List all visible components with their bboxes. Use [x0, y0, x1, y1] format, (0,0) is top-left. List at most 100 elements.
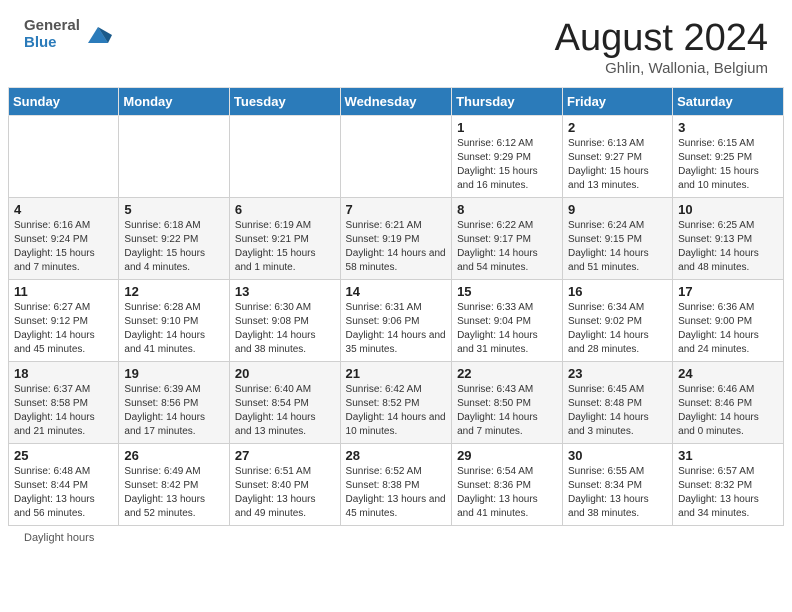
- calendar-day-cell: 30 Sunrise: 6:55 AM Sunset: 8:34 PM Dayli…: [563, 443, 673, 525]
- day-number: 19: [124, 366, 224, 381]
- calendar-table: SundayMondayTuesdayWednesdayThursdayFrid…: [8, 87, 784, 526]
- day-number: 15: [457, 284, 557, 299]
- day-number: 13: [235, 284, 335, 299]
- calendar-day-cell: [340, 115, 452, 197]
- day-number: 28: [346, 448, 447, 463]
- calendar-day-cell: 9 Sunrise: 6:24 AM Sunset: 9:15 PM Daylig…: [563, 197, 673, 279]
- calendar-day-cell: 18 Sunrise: 6:37 AM Sunset: 8:58 PM Dayli…: [9, 361, 119, 443]
- day-info: Sunrise: 6:13 AM Sunset: 9:27 PM Dayligh…: [568, 137, 667, 193]
- footer: Daylight hours: [0, 526, 792, 548]
- day-info: Sunrise: 6:39 AM Sunset: 8:56 PM Dayligh…: [124, 383, 224, 439]
- calendar-day-cell: 28 Sunrise: 6:52 AM Sunset: 8:38 PM Dayli…: [340, 443, 452, 525]
- title-area: August 2024 Ghlin, Wallonia, Belgium: [555, 18, 768, 77]
- calendar-day-cell: 15Sunrise: 6:33 AM Sunset: 9:04 PM Dayli…: [452, 279, 563, 361]
- day-info: Sunrise: 6:16 AM Sunset: 9:24 PM Dayligh…: [14, 219, 113, 275]
- day-number: 9: [568, 202, 667, 217]
- calendar-day-cell: 17 Sunrise: 6:36 AM Sunset: 9:00 PM Dayli…: [673, 279, 784, 361]
- day-number: 4: [14, 202, 113, 217]
- day-info: Sunrise: 6:52 AM Sunset: 8:38 PM Dayligh…: [346, 465, 447, 521]
- day-number: 14: [346, 284, 447, 299]
- day-info: Sunrise: 6:30 AM Sunset: 9:08 PM Dayligh…: [235, 301, 335, 357]
- day-number: 6: [235, 202, 335, 217]
- calendar-day-cell: 31Sunrise: 6:57 AM Sunset: 8:32 PM Dayli…: [673, 443, 784, 525]
- day-number: 7: [346, 202, 447, 217]
- day-number: 8: [457, 202, 557, 217]
- calendar-day-cell: [119, 115, 230, 197]
- day-info: Sunrise: 6:21 AM Sunset: 9:19 PM Dayligh…: [346, 219, 447, 275]
- calendar-day-cell: 20Sunrise: 6:40 AM Sunset: 8:54 PM Dayli…: [229, 361, 340, 443]
- calendar-header-row: SundayMondayTuesdayWednesdayThursdayFrid…: [9, 87, 784, 115]
- calendar-day-header: Sunday: [9, 87, 119, 115]
- day-info: Sunrise: 6:28 AM Sunset: 9:10 PM Dayligh…: [124, 301, 224, 357]
- day-number: 23: [568, 366, 667, 381]
- calendar-day-header: Tuesday: [229, 87, 340, 115]
- calendar-day-cell: 4 Sunrise: 6:16 AM Sunset: 9:24 PM Daylig…: [9, 197, 119, 279]
- calendar-week-row: 11 Sunrise: 6:27 AM Sunset: 9:12 PM Dayli…: [9, 279, 784, 361]
- calendar-day-cell: 16 Sunrise: 6:34 AM Sunset: 9:02 PM Dayli…: [563, 279, 673, 361]
- calendar-day-cell: 8 Sunrise: 6:22 AM Sunset: 9:17 PM Daylig…: [452, 197, 563, 279]
- day-number: 12: [124, 284, 224, 299]
- day-info: Sunrise: 6:42 AM Sunset: 8:52 PM Dayligh…: [346, 383, 447, 439]
- day-info: Sunrise: 6:25 AM Sunset: 9:13 PM Dayligh…: [678, 219, 778, 275]
- day-info: Sunrise: 6:48 AM Sunset: 8:44 PM Dayligh…: [14, 465, 113, 521]
- calendar-day-cell: 14 Sunrise: 6:31 AM Sunset: 9:06 PM Dayli…: [340, 279, 452, 361]
- day-info: Sunrise: 6:18 AM Sunset: 9:22 PM Dayligh…: [124, 219, 224, 275]
- day-info: Sunrise: 6:34 AM Sunset: 9:02 PM Dayligh…: [568, 301, 667, 357]
- day-info: Sunrise: 6:36 AM Sunset: 9:00 PM Dayligh…: [678, 301, 778, 357]
- day-info: Sunrise: 6:24 AM Sunset: 9:15 PM Dayligh…: [568, 219, 667, 275]
- calendar-day-cell: 13 Sunrise: 6:30 AM Sunset: 9:08 PM Dayli…: [229, 279, 340, 361]
- day-number: 18: [14, 366, 113, 381]
- day-info: Sunrise: 6:15 AM Sunset: 9:25 PM Dayligh…: [678, 137, 778, 193]
- logo-text: General Blue: [24, 18, 80, 51]
- calendar-day-header: Thursday: [452, 87, 563, 115]
- logo: General Blue: [24, 18, 112, 51]
- day-info: Sunrise: 6:31 AM Sunset: 9:06 PM Dayligh…: [346, 301, 447, 357]
- calendar-day-cell: 29Sunrise: 6:54 AM Sunset: 8:36 PM Dayli…: [452, 443, 563, 525]
- day-info: Sunrise: 6:51 AM Sunset: 8:40 PM Dayligh…: [235, 465, 335, 521]
- day-number: 16: [568, 284, 667, 299]
- day-number: 26: [124, 448, 224, 463]
- day-number: 31: [678, 448, 778, 463]
- calendar-day-cell: 11 Sunrise: 6:27 AM Sunset: 9:12 PM Dayli…: [9, 279, 119, 361]
- calendar-day-cell: 25 Sunrise: 6:48 AM Sunset: 8:44 PM Dayli…: [9, 443, 119, 525]
- day-number: 21: [346, 366, 447, 381]
- calendar-day-cell: 22Sunrise: 6:43 AM Sunset: 8:50 PM Dayli…: [452, 361, 563, 443]
- calendar-day-cell: 19 Sunrise: 6:39 AM Sunset: 8:56 PM Dayli…: [119, 361, 230, 443]
- day-info: Sunrise: 6:55 AM Sunset: 8:34 PM Dayligh…: [568, 465, 667, 521]
- day-number: 27: [235, 448, 335, 463]
- day-number: 25: [14, 448, 113, 463]
- day-info: Sunrise: 6:45 AM Sunset: 8:48 PM Dayligh…: [568, 383, 667, 439]
- calendar-day-cell: 24 Sunrise: 6:46 AM Sunset: 8:46 PM Dayli…: [673, 361, 784, 443]
- day-number: 24: [678, 366, 778, 381]
- day-info: Sunrise: 6:46 AM Sunset: 8:46 PM Dayligh…: [678, 383, 778, 439]
- calendar-day-header: Wednesday: [340, 87, 452, 115]
- calendar-day-cell: 7 Sunrise: 6:21 AM Sunset: 9:19 PM Daylig…: [340, 197, 452, 279]
- calendar-day-cell: [9, 115, 119, 197]
- calendar-day-cell: 12 Sunrise: 6:28 AM Sunset: 9:10 PM Dayli…: [119, 279, 230, 361]
- month-year-title: August 2024: [555, 18, 768, 60]
- calendar-day-cell: 1 Sunrise: 6:12 AM Sunset: 9:29 PM Daylig…: [452, 115, 563, 197]
- calendar-day-cell: 26 Sunrise: 6:49 AM Sunset: 8:42 PM Dayli…: [119, 443, 230, 525]
- day-info: Sunrise: 6:37 AM Sunset: 8:58 PM Dayligh…: [14, 383, 113, 439]
- day-number: 11: [14, 284, 113, 299]
- day-info: Sunrise: 6:27 AM Sunset: 9:12 PM Dayligh…: [14, 301, 113, 357]
- calendar-day-header: Friday: [563, 87, 673, 115]
- day-number: 29: [457, 448, 557, 463]
- day-number: 30: [568, 448, 667, 463]
- day-info: Sunrise: 6:49 AM Sunset: 8:42 PM Dayligh…: [124, 465, 224, 521]
- day-info: Sunrise: 6:43 AM Sunset: 8:50 PM Dayligh…: [457, 383, 557, 439]
- logo-general: General: [24, 18, 80, 35]
- day-info: Sunrise: 6:12 AM Sunset: 9:29 PM Dayligh…: [457, 137, 557, 193]
- day-number: 5: [124, 202, 224, 217]
- location-subtitle: Ghlin, Wallonia, Belgium: [555, 60, 768, 77]
- day-info: Sunrise: 6:40 AM Sunset: 8:54 PM Dayligh…: [235, 383, 335, 439]
- calendar-week-row: 4 Sunrise: 6:16 AM Sunset: 9:24 PM Daylig…: [9, 197, 784, 279]
- day-number: 1: [457, 120, 557, 135]
- calendar-day-header: Monday: [119, 87, 230, 115]
- day-number: 10: [678, 202, 778, 217]
- day-number: 17: [678, 284, 778, 299]
- calendar-day-cell: [229, 115, 340, 197]
- page-header: General Blue August 2024 Ghlin, Wallonia…: [0, 0, 792, 87]
- calendar-day-cell: 2Sunrise: 6:13 AM Sunset: 9:27 PM Daylig…: [563, 115, 673, 197]
- day-info: Sunrise: 6:22 AM Sunset: 9:17 PM Dayligh…: [457, 219, 557, 275]
